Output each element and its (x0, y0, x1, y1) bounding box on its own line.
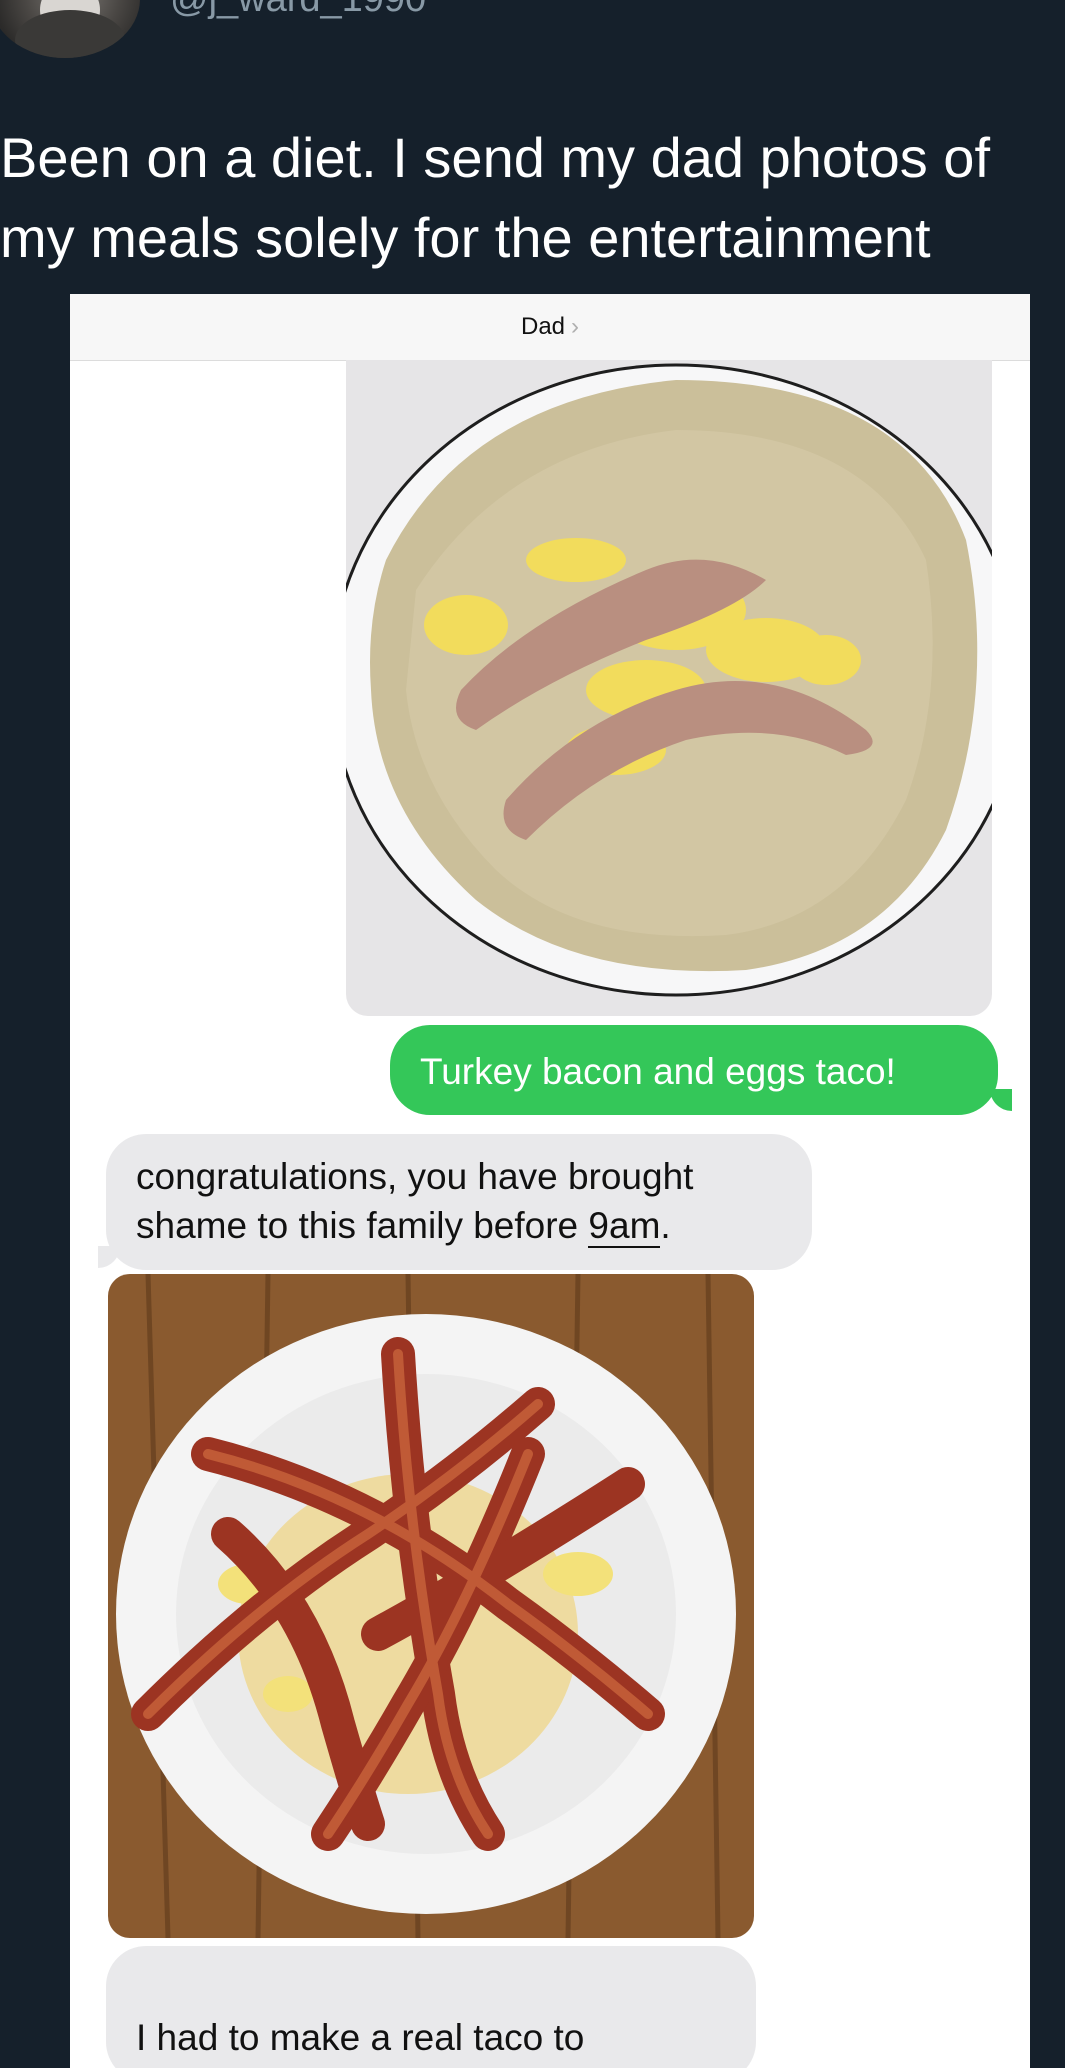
bubble-tail (98, 1246, 120, 1268)
turkey-bacon-taco-photo[interactable] (346, 360, 992, 1016)
message-text-period: . (660, 1205, 671, 1246)
user-handle[interactable]: @j_ward_1990 (170, 0, 426, 21)
conversation-header[interactable]: Dad › (70, 294, 1030, 361)
tweet-header: @j_ward_1990 (0, 0, 1065, 70)
bacon-taco-photo[interactable] (108, 1274, 754, 1938)
outgoing-message-bubble[interactable]: Turkey bacon and eggs taco! (390, 1025, 998, 1115)
message-text: I had to make a real taco to restore bal… (136, 2017, 654, 2068)
incoming-message-bubble[interactable]: I had to make a real taco to restore bal… (106, 1946, 756, 2068)
message-screenshot: Dad › Turkey bacon and eggs taco! congra… (70, 294, 1030, 2068)
contact-name: Dad (520, 313, 566, 340)
chevron-right-icon: › (571, 313, 580, 340)
avatar[interactable] (0, 0, 140, 58)
incoming-message-bubble[interactable]: congratulations, you have brought shame … (106, 1134, 812, 1270)
bubble-tail (990, 1089, 1012, 1111)
message-text: Turkey bacon and eggs taco! (420, 1051, 896, 1092)
time-link[interactable]: 9am (588, 1205, 661, 1248)
tweet-text: Been on a diet. I send my dad photos of … (0, 126, 991, 269)
